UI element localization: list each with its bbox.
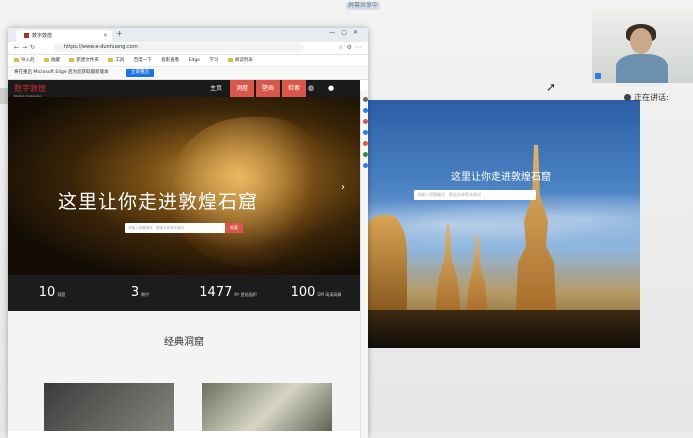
shared-presentation: 这里让你走进敦煌石窟 请输入洞窟编号、壁画名称等关键词 — [362, 100, 640, 348]
edge-sidebar — [360, 91, 368, 438]
stats-bar: 10 洞窟 3 朝代 1477 M² 壁画面积 100 DPI 高清高精 — [8, 275, 360, 311]
user-icon[interactable]: ● — [328, 84, 334, 92]
hero-banner: 这里让你走进敦煌石窟 请输入洞窟编号、壁画名称等关键词 检索 › — [8, 97, 360, 275]
nav-search[interactable]: 检索 — [282, 80, 307, 97]
shopping-icon[interactable] — [362, 108, 368, 113]
hero-title: 这里让你走进敦煌石窟 — [57, 191, 258, 213]
folder-icon — [69, 57, 75, 62]
site-favicon-icon — [24, 33, 29, 38]
bookmark-item[interactable]: Edge — [189, 58, 200, 63]
url-input[interactable]: https://www.e-dunhuang.com — [54, 43, 304, 52]
bookmark-item[interactable]: 投影查看 — [161, 58, 179, 63]
folder-icon — [14, 57, 19, 62]
folder-icon — [108, 57, 114, 62]
search-icon[interactable] — [362, 97, 368, 102]
globe-icon[interactable]: ◍ — [308, 84, 314, 92]
website-content: 数字敦煌 Digital Dunhuang 主页 洞窟 壁画 检索 ◍ ● 这里… — [8, 80, 368, 431]
hero-search-input[interactable]: 请输入洞窟编号、壁画名称等关键词 — [125, 223, 225, 233]
nav-buttons[interactable]: ←→↻ — [14, 44, 38, 51]
toolbar-icons[interactable]: ☆⚙⋯ — [338, 44, 364, 51]
side-handle[interactable] — [0, 88, 8, 104]
webcam-video — [592, 8, 693, 83]
tools-icon[interactable] — [362, 119, 368, 124]
bookmark-item[interactable]: 工具 — [108, 57, 124, 63]
stat-item: 3 朝代 — [130, 285, 150, 300]
update-infobar: 将在重启 Microsoft Edge 后为您获取最新版本 立即重启 — [8, 67, 368, 80]
office-icon[interactable] — [362, 141, 368, 146]
bookmark-item[interactable]: 学习 — [209, 58, 218, 63]
speaker-icon — [624, 94, 631, 101]
bookmark-item[interactable]: 收藏 — [43, 57, 60, 63]
mouse-cursor-icon: ➚ — [546, 80, 557, 94]
games-icon[interactable] — [362, 130, 368, 135]
stat-item: 100 DPI 高清高精 — [290, 285, 342, 300]
window-controls[interactable]: —▢✕ — [329, 29, 364, 36]
folder-icon — [227, 57, 233, 62]
outlook-icon[interactable] — [362, 152, 368, 157]
stat-item: 10 洞窟 — [38, 285, 66, 300]
tab-bar: 数字敦煌 × + —▢✕ — [8, 28, 368, 42]
site-logo[interactable]: 数字敦煌 Digital Dunhuang — [14, 83, 46, 98]
nav-caves[interactable]: 洞窟 — [230, 80, 255, 97]
bookmark-item[interactable]: 新建文件夹 — [69, 57, 99, 63]
stupa-dome — [362, 215, 407, 310]
site-navbar: 数字敦煌 Digital Dunhuang 主页 洞窟 壁画 检索 ◍ ● — [8, 80, 360, 98]
hero-search-button[interactable]: 检索 — [225, 223, 243, 233]
restart-button[interactable]: 立即重启 — [126, 69, 154, 77]
bookmark-item[interactable]: 阅读列表 — [227, 57, 253, 63]
speaking-indicator: 正在讲话: — [624, 92, 669, 103]
mic-icon — [595, 73, 601, 79]
presentation-search-input[interactable]: 请输入洞窟编号、壁画名称等关键词 — [414, 190, 536, 200]
screen-share-indicator[interactable]: 屏幕共享中 — [346, 2, 380, 10]
section-title: 经典洞窟 — [164, 337, 204, 348]
classic-caves-section: 经典洞窟 — [8, 311, 360, 431]
chevron-right-icon[interactable]: › — [341, 182, 345, 193]
add-icon[interactable] — [362, 163, 368, 168]
nav-murals[interactable]: 壁画 — [256, 80, 281, 97]
new-tab-button[interactable]: + — [116, 29, 123, 38]
close-tab-icon[interactable]: × — [103, 30, 108, 42]
browser-window: 数字敦煌 × + —▢✕ ←→↻ https://www.e-dunhuang.… — [8, 28, 368, 438]
cave-card[interactable] — [44, 383, 174, 431]
cave-card[interactable] — [202, 383, 332, 431]
browser-tab[interactable]: 数字敦煌 × — [16, 30, 112, 42]
nav-home[interactable]: 主页 — [204, 80, 228, 97]
bookmark-item[interactable]: 百度一下 — [134, 58, 152, 63]
presentation-title: 这里让你走进敦煌石窟 — [451, 172, 551, 183]
address-bar: ←→↻ https://www.e-dunhuang.com ☆⚙⋯ — [8, 42, 368, 55]
bookmark-item[interactable]: 导入的 — [14, 57, 35, 63]
stat-item: 1477 M² 壁画面积 — [199, 285, 257, 300]
bookmarks-bar: 导入的 收藏 新建文件夹 工具 百度一下 投影查看 Edge 学习 阅读列表 — [8, 55, 368, 67]
folder-icon — [43, 57, 49, 62]
